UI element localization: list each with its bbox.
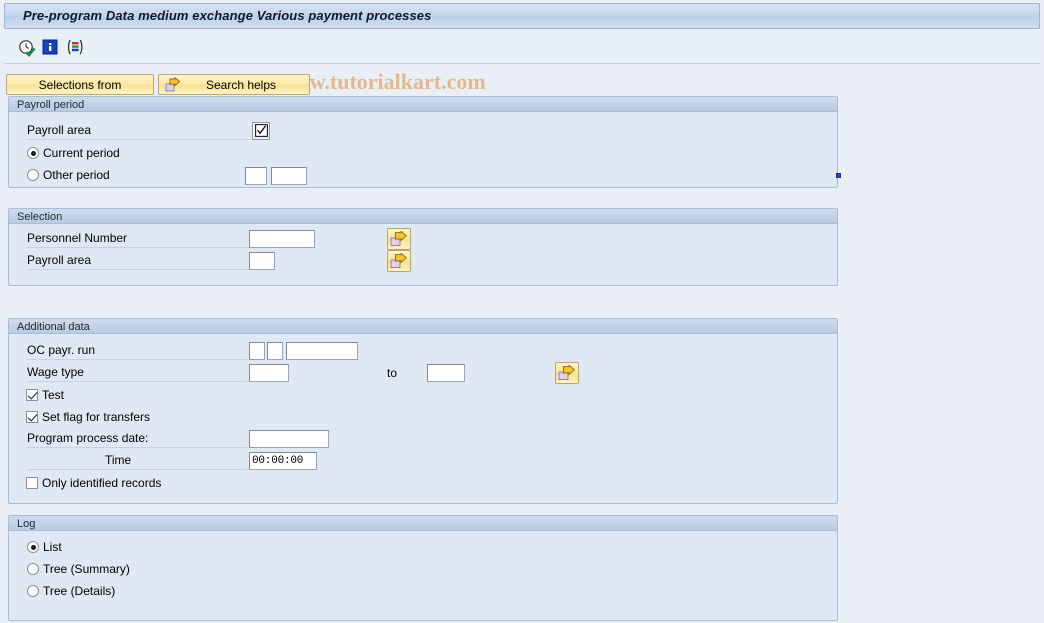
time-input[interactable] (249, 452, 317, 470)
payroll-area-select-button[interactable] (252, 122, 270, 140)
panel-payroll-period-title: Payroll period (9, 97, 837, 112)
window-title-bar: Pre-program Data medium exchange Various… (4, 3, 1040, 29)
checkbox-test-indicator (26, 389, 38, 401)
checkbox-only-identified-records[interactable]: Only identified records (26, 475, 161, 491)
checkbox-set-flag-for-transfers[interactable]: Set flag for transfers (26, 409, 150, 425)
field-underline (27, 269, 250, 270)
radio-other-period-indicator (27, 169, 39, 181)
radio-log-tree-summary[interactable]: Tree (Summary) (27, 561, 130, 577)
field-underline (27, 247, 250, 248)
checkbox-only-identified-label: Only identified records (42, 476, 162, 490)
panel-payroll-period-body: Payroll area Current period Other period (9, 112, 837, 187)
checkbox-test[interactable]: Test (26, 387, 64, 403)
search-helps-button[interactable]: Search helps (158, 74, 310, 95)
wage-type-to-label: to (387, 366, 398, 380)
field-row-wage-type: Wage type (9, 364, 409, 382)
variant-list-icon[interactable] (66, 39, 84, 57)
field-underline (27, 139, 250, 140)
wage-type-from-input[interactable] (249, 364, 289, 382)
checkbox-set-flag-indicator (26, 411, 38, 423)
field-underline (27, 469, 247, 470)
oc-payr-run-input-2[interactable] (267, 342, 283, 360)
search-helps-label: Search helps (205, 77, 277, 92)
field-row-payroll-area: Payroll area (9, 122, 309, 140)
application-toolbar: © www.tutorialkart.com (4, 32, 1040, 94)
radio-other-period[interactable]: Other period (27, 167, 110, 183)
wage-type-to-input[interactable] (427, 364, 465, 382)
panel-selection-body: Personnel Number Payroll area (9, 224, 837, 285)
field-row-program-process-date: Program process date: (9, 430, 409, 448)
radio-current-period-label: Current period (43, 146, 120, 160)
wage-type-label: Wage type (27, 365, 84, 379)
radio-log-tree-details-label: Tree (Details) (43, 584, 116, 598)
panel-selection: Selection Personnel Number Payroll area (8, 208, 838, 286)
radio-log-list-indicator (27, 541, 39, 553)
checkbox-only-identified-indicator (26, 477, 38, 489)
oc-payr-run-input-3[interactable] (286, 342, 358, 360)
radio-log-tree-details-indicator (27, 585, 39, 597)
panel-additional-data-title: Additional data (9, 319, 837, 334)
field-row-personnel-number: Personnel Number (9, 230, 409, 248)
field-underline (27, 381, 247, 382)
checkbox-set-flag-label: Set flag for transfers (42, 410, 151, 424)
other-period-field-2[interactable] (271, 167, 307, 185)
radio-log-tree-summary-label: Tree (Summary) (43, 562, 130, 576)
radio-log-list-label: List (43, 540, 62, 554)
radio-current-period[interactable]: Current period (27, 145, 120, 161)
panel-payroll-period: Payroll period Payroll area Current peri… (8, 96, 841, 188)
radio-log-list[interactable]: List (27, 539, 62, 555)
panel-additional-data: Additional data OC payr. run Wage type t… (8, 318, 838, 504)
radio-log-tree-details[interactable]: Tree (Details) (27, 583, 115, 599)
information-icon[interactable] (42, 39, 60, 57)
panel-log-title: Log (9, 516, 837, 531)
field-row-time: Time (9, 452, 409, 470)
personnel-number-multiselect-button[interactable] (387, 228, 411, 250)
wage-type-multiselect-button[interactable] (555, 362, 579, 384)
arrow-right-icon (165, 76, 181, 93)
panel-log: Log List Tree (Summary) Tree (Details) (8, 515, 838, 621)
oc-payr-run-input-1[interactable] (249, 342, 265, 360)
selections-from-button[interactable]: Selections from (6, 74, 154, 95)
panel-resize-handle[interactable] (836, 173, 841, 178)
field-underline (27, 359, 247, 360)
field-row-payroll-area: Payroll area (9, 252, 409, 270)
checkbox-test-label: Test (42, 388, 65, 402)
panel-additional-data-body: OC payr. run Wage type to Test Set flag … (9, 334, 837, 503)
panel-selection-title: Selection (9, 209, 837, 224)
radio-current-period-indicator (27, 147, 39, 159)
payroll-area-label: Payroll area (27, 123, 92, 137)
personnel-number-label: Personnel Number (27, 231, 128, 245)
oc-payr-run-label: OC payr. run (27, 343, 96, 357)
execute-clock-icon[interactable] (18, 39, 36, 57)
other-period-field-1[interactable] (245, 167, 267, 185)
personnel-number-input[interactable] (249, 230, 315, 248)
page-title: Pre-program Data medium exchange Various… (23, 8, 432, 23)
program-process-date-input[interactable] (249, 430, 329, 448)
time-label: Time (105, 453, 132, 467)
panel-log-body: List Tree (Summary) Tree (Details) (9, 531, 837, 620)
program-process-date-label: Program process date: (27, 431, 149, 445)
radio-other-period-label: Other period (43, 168, 110, 182)
payroll-area-multiselect-button[interactable] (387, 250, 411, 272)
radio-log-tree-summary-indicator (27, 563, 39, 575)
selection-payroll-area-input[interactable] (249, 252, 275, 270)
selection-payroll-area-label: Payroll area (27, 253, 92, 267)
field-underline (27, 447, 247, 448)
